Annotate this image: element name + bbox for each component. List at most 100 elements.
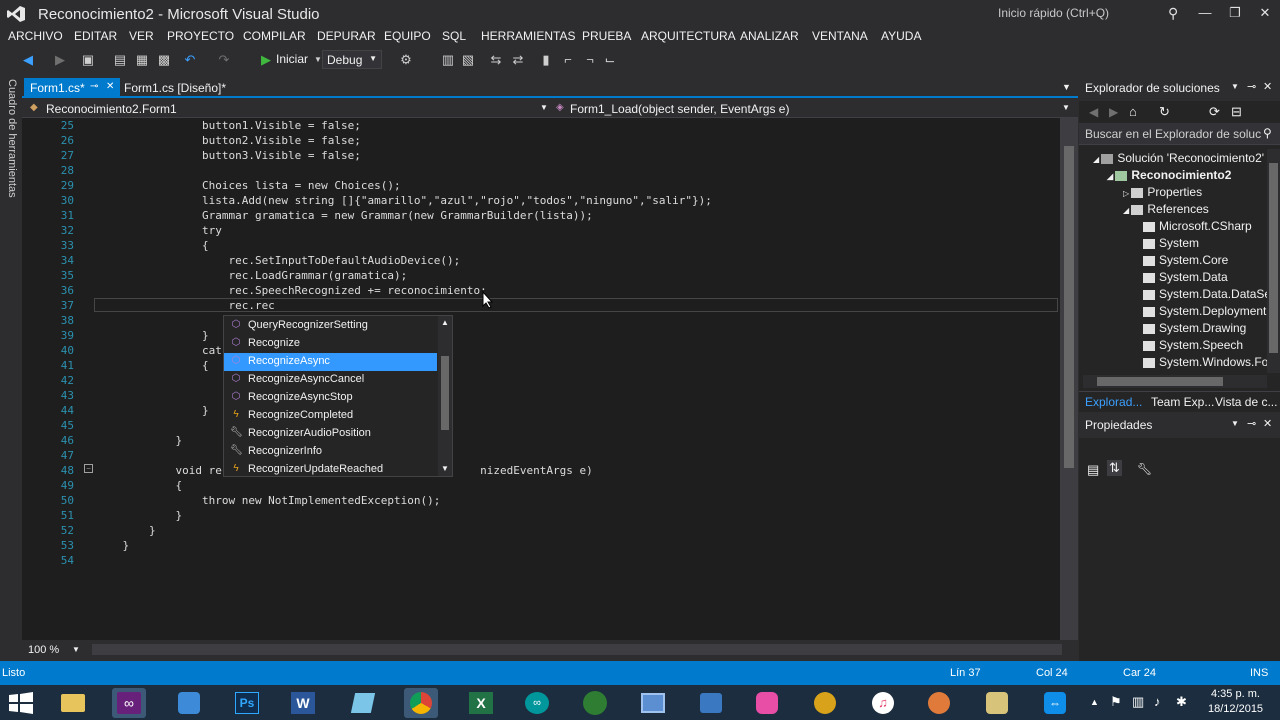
- teamviewer-icon[interactable]: ⇔: [1038, 688, 1072, 718]
- code-line[interactable]: button1.Visible = false;: [96, 119, 361, 132]
- back-icon[interactable]: ◀: [1089, 105, 1098, 119]
- zoom-level[interactable]: 100 %: [28, 644, 59, 656]
- completion-item[interactable]: ⬡ RecognizeAsync: [224, 353, 437, 371]
- forward-icon[interactable]: ▶: [1109, 105, 1118, 119]
- quick-launch-input[interactable]: Inicio rápido (Ctrl+Q): [998, 6, 1109, 20]
- tree-item[interactable]: System: [1143, 236, 1199, 250]
- bookmark-icon[interactable]: ▮: [538, 52, 554, 68]
- code-line[interactable]: }: [96, 524, 156, 537]
- menu-prueba[interactable]: PRUEBA: [582, 29, 631, 43]
- menu-arquitectura[interactable]: ARQUITECTURA: [641, 29, 736, 43]
- code-line[interactable]: button2.Visible = false;: [96, 134, 361, 147]
- chevron-down-icon[interactable]: ▼: [540, 103, 548, 112]
- network-icon[interactable]: ▥: [1132, 694, 1144, 710]
- expand-toggle-icon[interactable]: ◢: [1093, 155, 1101, 164]
- tree-item[interactable]: System.Deployment: [1143, 304, 1266, 318]
- globe-app-icon[interactable]: [578, 688, 612, 718]
- refresh-icon[interactable]: ⟳: [1209, 104, 1220, 120]
- menu-herramientas[interactable]: HERRAMIENTAS: [481, 29, 575, 43]
- chevron-down-icon[interactable]: ▼: [1231, 419, 1239, 428]
- scroll-thumb[interactable]: [1097, 377, 1223, 386]
- start-icon[interactable]: ▶: [258, 52, 274, 68]
- menu-analizar[interactable]: ANALIZAR: [740, 29, 799, 43]
- editor-vertical-scrollbar[interactable]: [1060, 118, 1078, 640]
- code-line[interactable]: lista.Add(new string []{"amarillo","azul…: [96, 194, 712, 207]
- close-button[interactable]: ✕: [1250, 2, 1280, 24]
- menu-equipo[interactable]: EQUIPO: [384, 29, 431, 43]
- clear-bookmarks-icon[interactable]: ⌙: [602, 52, 618, 68]
- tabs-dropdown-icon[interactable]: ▼: [1062, 82, 1071, 92]
- pin-icon[interactable]: ⊸: [90, 81, 98, 92]
- code-line[interactable]: rec.SetInputToDefaultAudioDevice();: [96, 254, 460, 267]
- categorized-icon[interactable]: ▤: [1087, 462, 1099, 478]
- toolbox-side-tab[interactable]: Cuadro de herramientas: [0, 75, 22, 661]
- back-icon[interactable]: ◀: [20, 52, 36, 68]
- collapse-toggle-icon[interactable]: −: [84, 464, 93, 473]
- close-icon[interactable]: ✕: [1263, 80, 1272, 93]
- completion-item[interactable]: ⬡ Recognize: [224, 335, 437, 353]
- completion-item[interactable]: 🔧︎ RecognizerInfo: [224, 443, 437, 461]
- save-icon[interactable]: ▦: [134, 52, 150, 68]
- code-line[interactable]: }: [96, 434, 182, 447]
- tree-item[interactable]: ◢ Reconocimiento2: [1107, 168, 1231, 182]
- solution-search-input[interactable]: Buscar en el Explorador de soluc ⚲: [1079, 123, 1280, 145]
- close-icon[interactable]: ✕: [106, 81, 114, 92]
- tree-item[interactable]: ◢ References: [1123, 202, 1209, 216]
- completion-item[interactable]: 🔧︎ RecognizerAudioPosition: [224, 425, 437, 443]
- code-line[interactable]: rec.SpeechRecognized += reconocimiento;: [96, 284, 486, 297]
- bluetooth-icon[interactable]: ✱: [1176, 694, 1187, 710]
- code-line[interactable]: rec.LoadGrammar(gramatica);: [96, 269, 407, 282]
- search-icon[interactable]: ⚲: [1168, 5, 1178, 22]
- horizontal-scrollbar[interactable]: [92, 644, 1062, 655]
- completion-item[interactable]: ϟ RecognizeCompleted: [224, 407, 437, 425]
- code-line[interactable]: button3.Visible = false;: [96, 149, 361, 162]
- app-icon-hand[interactable]: [922, 688, 956, 718]
- tab-team-explorer[interactable]: Team Exp...: [1151, 395, 1214, 409]
- alphabetical-icon[interactable]: ⇅: [1107, 460, 1122, 476]
- menu-proyecto[interactable]: PROYECTO: [167, 29, 234, 43]
- code-line[interactable]: {: [96, 359, 209, 372]
- completion-item[interactable]: ⬡ RecognizeAsyncCancel: [224, 371, 437, 389]
- tray-expand-icon[interactable]: ▲: [1090, 697, 1099, 707]
- expand-toggle-icon[interactable]: ◢: [1123, 206, 1131, 215]
- solution-config-select[interactable]: Debug ▼: [322, 50, 382, 69]
- code-line[interactable]: Choices lista = new Choices();: [96, 179, 401, 192]
- tree-item[interactable]: System.Windows.Fo: [1143, 355, 1268, 369]
- chevron-down-icon[interactable]: ▼: [1231, 82, 1239, 91]
- word-icon[interactable]: W: [286, 688, 320, 718]
- tree-item[interactable]: ◢ Solución 'Reconocimiento2' (: [1093, 151, 1271, 165]
- flag-icon[interactable]: ⚑: [1110, 694, 1122, 710]
- window-app-icon[interactable]: [636, 688, 670, 718]
- sync-icon[interactable]: ↻: [1159, 104, 1170, 120]
- notes-app-icon[interactable]: [346, 688, 380, 718]
- undo-icon[interactable]: ↶: [182, 52, 198, 68]
- tree-item[interactable]: System.Core: [1143, 253, 1228, 267]
- open-file-icon[interactable]: ▤: [112, 52, 128, 68]
- tree-item[interactable]: System.Data.DataSe: [1143, 287, 1271, 301]
- property-pages-icon[interactable]: 🔧︎: [1137, 462, 1152, 476]
- menu-depurar[interactable]: DEPURAR: [317, 29, 376, 43]
- chevron-down-icon[interactable]: ▼: [1062, 103, 1070, 112]
- attach-icon[interactable]: ⚙: [398, 52, 414, 68]
- file-explorer-icon[interactable]: [56, 688, 90, 718]
- tab-form1-cs[interactable]: Form1.cs* ⊸ ✕: [24, 78, 120, 98]
- clock-time[interactable]: 4:35 p. m.: [1211, 688, 1260, 700]
- expand-toggle-icon[interactable]: ◢: [1107, 172, 1115, 181]
- code-line[interactable]: }: [96, 329, 209, 342]
- clock-date[interactable]: 18/12/2015: [1208, 703, 1263, 715]
- scroll-up-icon[interactable]: ▲: [441, 318, 449, 327]
- tree-horizontal-scrollbar[interactable]: [1083, 375, 1267, 388]
- tab-class-view[interactable]: Vista de c...: [1215, 395, 1277, 409]
- prev-bookmark-icon[interactable]: ⌐: [560, 52, 576, 68]
- menu-ver[interactable]: VER: [129, 29, 154, 43]
- tree-item[interactable]: System.Speech: [1143, 338, 1243, 352]
- next-bookmark-icon[interactable]: ¬: [582, 52, 598, 68]
- code-line[interactable]: try: [96, 224, 222, 237]
- forward-icon[interactable]: ▶: [52, 52, 68, 68]
- comment-icon[interactable]: ⇆: [488, 52, 504, 68]
- chevron-down-icon[interactable]: ▼: [72, 645, 80, 654]
- start-button[interactable]: Iniciar: [276, 52, 308, 66]
- code-line[interactable]: {: [96, 479, 182, 492]
- tab-solution-explorer[interactable]: Explorad...: [1085, 395, 1142, 409]
- intellisense-popup[interactable]: ⬡ QueryRecognizerSetting ⬡ Recognize ⬡ Recogn…: [223, 315, 453, 477]
